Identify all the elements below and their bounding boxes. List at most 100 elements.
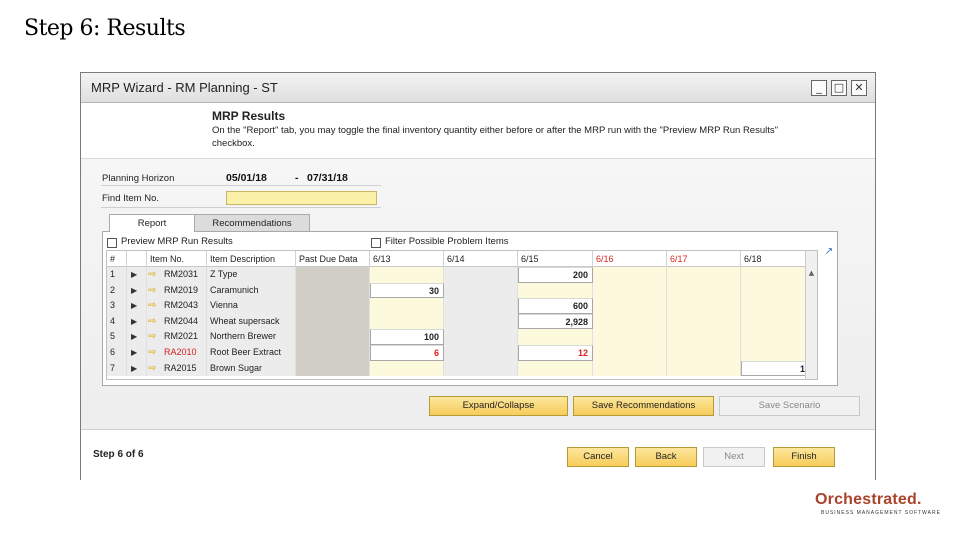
- col-header-past-due[interactable]: Past Due Data: [296, 251, 370, 267]
- row-expander-cell[interactable]: ▶: [127, 360, 147, 377]
- expand-row-icon[interactable]: ▶: [131, 283, 141, 298]
- item-no-text: RM2043: [164, 300, 199, 311]
- close-icon[interactable]: ✕: [851, 80, 867, 96]
- item-no-cell[interactable]: ⇨ RM2031: [147, 267, 207, 283]
- finish-button[interactable]: Finish: [773, 447, 835, 467]
- item-no-text: RM2021: [164, 331, 199, 342]
- grid-scrollbar[interactable]: ▲: [805, 251, 817, 379]
- past-due-cell: [296, 329, 370, 345]
- maximize-icon[interactable]: □: [831, 80, 847, 96]
- find-item-input[interactable]: [226, 191, 377, 205]
- past-due-cell: [296, 360, 370, 377]
- qty-cell: [370, 298, 444, 314]
- qty-cell[interactable]: 100: [370, 329, 444, 345]
- row-expander-cell[interactable]: ▶: [127, 298, 147, 314]
- qty-cell[interactable]: 600: [518, 298, 593, 314]
- expand-row-icon[interactable]: ▶: [131, 267, 141, 282]
- qty-cell: [444, 267, 518, 283]
- item-no-cell[interactable]: ⇨ RA2010: [147, 345, 207, 361]
- next-button[interactable]: Next: [703, 447, 765, 467]
- expand-row-icon[interactable]: ▶: [131, 314, 141, 329]
- link-arrow-icon[interactable]: ⇨: [148, 314, 162, 329]
- expand-collapse-button[interactable]: Expand/Collapse: [429, 396, 568, 416]
- qty-cell[interactable]: 200: [518, 267, 593, 283]
- qty-cell: [593, 360, 667, 377]
- item-no-cell[interactable]: ⇨ RM2043: [147, 298, 207, 314]
- col-header-num[interactable]: #: [107, 251, 127, 267]
- link-arrow-icon[interactable]: ⇨: [148, 283, 162, 298]
- expand-row-icon[interactable]: ▶: [131, 298, 141, 313]
- qty-cell: [593, 313, 667, 330]
- qty-cell[interactable]: 30: [370, 282, 444, 299]
- qty-cell[interactable]: 12: [518, 345, 593, 361]
- item-description-cell: Wheat supersack: [207, 313, 296, 330]
- link-arrow-icon[interactable]: ⇨: [148, 361, 162, 376]
- row-expander-cell[interactable]: ▶: [127, 282, 147, 299]
- col-header-item-no[interactable]: Item No.: [147, 251, 207, 267]
- col-header-6-15[interactable]: 6/15: [518, 251, 593, 267]
- col-header-6-14[interactable]: 6/14: [444, 251, 518, 267]
- grid-header-row: # Item No. Item Description Past Due Dat…: [107, 251, 817, 267]
- filter-problem-label: Filter Possible Problem Items: [385, 236, 509, 247]
- filter-problem-checkbox[interactable]: [371, 238, 381, 248]
- col-header-6-16[interactable]: 6/16: [593, 251, 667, 267]
- qty-cell[interactable]: 2,928: [518, 313, 593, 330]
- item-description-cell: Root Beer Extract: [207, 345, 296, 361]
- minimize-icon[interactable]: _: [811, 80, 827, 96]
- qty-cell[interactable]: 6: [370, 345, 444, 361]
- row-expander-cell[interactable]: ▶: [127, 313, 147, 330]
- link-arrow-icon[interactable]: ⇨: [148, 267, 162, 282]
- table-row[interactable]: 2 ▶ ⇨ RM2019 Caramunich 30: [107, 282, 817, 299]
- slide-title: Step 6: Results: [24, 16, 186, 41]
- preview-mrp-checkbox[interactable]: [107, 238, 117, 248]
- qty-cell: [444, 345, 518, 361]
- item-no-cell[interactable]: ⇨ RM2044: [147, 313, 207, 330]
- table-row[interactable]: 6 ▶ ⇨ RA2010 Root Beer Extract 6 12: [107, 345, 817, 361]
- item-no-cell[interactable]: ⇨ RA2015: [147, 360, 207, 377]
- table-row[interactable]: 4 ▶ ⇨ RM2044 Wheat supersack 2,928: [107, 313, 817, 330]
- col-header-item-desc[interactable]: Item Description: [207, 251, 296, 267]
- step-header: MRP Results On the "Report" tab, you may…: [81, 103, 875, 159]
- qty-cell: [518, 360, 593, 377]
- cancel-button[interactable]: Cancel: [567, 447, 629, 467]
- qty-cell: [741, 329, 815, 345]
- row-expander-cell[interactable]: ▶: [127, 329, 147, 345]
- link-arrow-icon[interactable]: ⇨: [148, 298, 162, 313]
- table-row[interactable]: 3 ▶ ⇨ RM2043 Vienna 600: [107, 298, 817, 314]
- qty-cell[interactable]: 10: [741, 360, 815, 377]
- item-no-text: RM2019: [164, 284, 199, 295]
- qty-cell: [593, 345, 667, 361]
- link-arrow-icon[interactable]: ⇨: [148, 345, 162, 360]
- back-button[interactable]: Back: [635, 447, 697, 467]
- qty-cell: [444, 313, 518, 330]
- qty-cell: [741, 345, 815, 361]
- tab-recommendations[interactable]: Recommendations: [194, 214, 310, 232]
- window-titlebar[interactable]: MRP Wizard - RM Planning - ST _ □ ✕: [81, 73, 875, 103]
- wizard-footer: Step 6 of 6 Cancel Back Next Finish: [81, 429, 875, 481]
- save-recommendations-button[interactable]: Save Recommendations: [573, 396, 714, 416]
- table-row[interactable]: 7▶⇨RA2015Brown Sugar10: [107, 360, 817, 377]
- expand-row-icon[interactable]: ▶: [131, 361, 141, 376]
- scroll-up-icon[interactable]: ▲: [806, 267, 817, 279]
- item-no-cell[interactable]: ⇨ RM2019: [147, 282, 207, 299]
- qty-cell: [370, 313, 444, 330]
- table-row[interactable]: 5 ▶ ⇨ RM2021 Northern Brewer 100: [107, 329, 817, 345]
- expand-grid-icon[interactable]: ↗: [823, 246, 835, 258]
- item-no-cell[interactable]: ⇨ RM2021: [147, 329, 207, 345]
- col-header-6-18[interactable]: 6/18: [741, 251, 815, 267]
- tab-report[interactable]: Report: [109, 214, 195, 232]
- expand-row-icon[interactable]: ▶: [131, 329, 141, 344]
- table-row[interactable]: 1 ▶ ⇨ RM2031 Z Type 200: [107, 267, 817, 283]
- col-header-expander: [127, 251, 147, 267]
- col-header-6-13[interactable]: 6/13: [370, 251, 444, 267]
- save-scenario-button[interactable]: Save Scenario: [719, 396, 860, 416]
- expand-row-icon[interactable]: ▶: [131, 345, 141, 360]
- link-arrow-icon[interactable]: ⇨: [148, 329, 162, 344]
- qty-cell: [667, 345, 741, 361]
- row-expander-cell[interactable]: ▶: [127, 267, 147, 283]
- col-header-6-17[interactable]: 6/17: [667, 251, 741, 267]
- brand-logo: Orchestrated.: [815, 491, 922, 508]
- item-description-cell: Z Type: [207, 267, 296, 283]
- planning-horizon-label: Planning Horizon: [102, 173, 175, 184]
- row-expander-cell[interactable]: ▶: [127, 345, 147, 361]
